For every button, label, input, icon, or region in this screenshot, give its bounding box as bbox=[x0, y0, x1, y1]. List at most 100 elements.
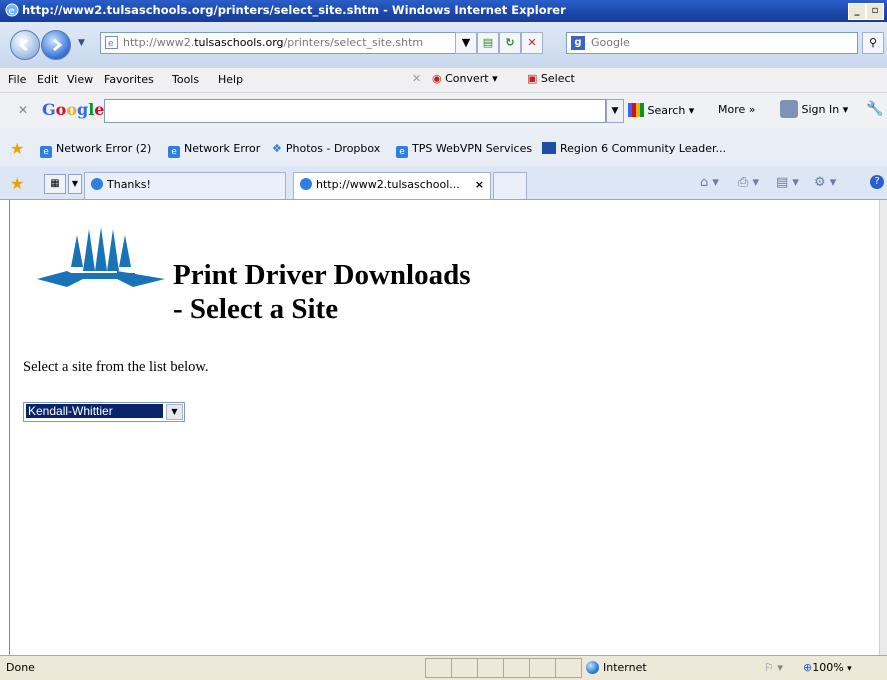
svg-text:e: e bbox=[9, 6, 15, 17]
print-icon[interactable]: ⎙ ▾ bbox=[738, 175, 759, 190]
google-search-input[interactable] bbox=[104, 99, 606, 123]
favorite-network-error[interactable]: e Network Error bbox=[168, 142, 260, 158]
ie-tab-icon bbox=[300, 178, 312, 190]
close-toolbar-icon[interactable]: ✕ bbox=[412, 72, 421, 85]
vertical-scrollbar[interactable] bbox=[879, 200, 887, 655]
favorite-label: Network Error bbox=[184, 142, 261, 155]
wrench-icon[interactable]: 🔧 bbox=[866, 101, 883, 117]
page-title-line-2: - Select a Site bbox=[173, 293, 339, 325]
quick-tabs-button[interactable]: ▦ bbox=[44, 174, 66, 194]
favorite-region-6[interactable]: Region 6 Community Leader... bbox=[542, 142, 726, 155]
search-label: Search bbox=[647, 104, 686, 117]
zoom-magnifier-icon: ⊕ bbox=[803, 661, 813, 674]
protected-mode-icon[interactable]: ⚐ ▾ bbox=[764, 661, 783, 674]
security-zone[interactable]: Internet bbox=[586, 659, 756, 677]
search-button[interactable]: ⚲ bbox=[862, 32, 884, 54]
menu-tools[interactable]: Tools bbox=[172, 73, 199, 86]
history-dropdown-icon[interactable]: ▼ bbox=[78, 38, 85, 48]
refresh-button[interactable]: ↻ bbox=[499, 32, 521, 54]
url-domain: tulsaschools.org bbox=[194, 36, 284, 49]
more-button[interactable]: More » bbox=[718, 103, 756, 116]
back-button[interactable] bbox=[10, 30, 40, 60]
maximize-button[interactable]: ▫ bbox=[866, 3, 884, 20]
favorite-label: TPS WebVPN Services bbox=[412, 142, 533, 155]
minimize-button[interactable]: _ bbox=[848, 3, 866, 20]
favorite-network-error-2[interactable]: e Network Error (2) bbox=[40, 142, 151, 158]
svg-text:e: e bbox=[108, 39, 114, 49]
status-segment bbox=[555, 658, 582, 678]
menu-view[interactable]: View bbox=[67, 73, 93, 86]
menu-file[interactable]: File bbox=[8, 73, 26, 86]
address-field[interactable]: e http://www2.tulsaschools.org/printers/… bbox=[100, 32, 472, 54]
zoom-level: 100% bbox=[812, 661, 844, 674]
tab-thanks[interactable]: Thanks! bbox=[84, 172, 286, 199]
ie-page-icon: e bbox=[40, 146, 52, 158]
address-dropdown-button[interactable]: ▼ bbox=[455, 32, 477, 54]
magnifier-icon: ⚲ bbox=[868, 36, 878, 49]
back-arrow-icon bbox=[18, 38, 28, 52]
favorites-center-star-icon[interactable]: ★ bbox=[10, 174, 24, 193]
tab-list-dropdown[interactable]: ▼ bbox=[68, 174, 82, 194]
close-tab-button[interactable]: × bbox=[475, 173, 484, 197]
url-prefix: http://www2. bbox=[123, 36, 195, 49]
forward-arrow-icon bbox=[53, 38, 63, 52]
window-title: http://www2.tulsaschools.org/printers/se… bbox=[22, 3, 566, 17]
search-box[interactable]: g Google bbox=[566, 32, 858, 54]
convert-label: Convert bbox=[445, 72, 489, 85]
help-icon[interactable]: ? bbox=[870, 175, 884, 189]
internet-globe-icon bbox=[586, 661, 599, 674]
address-toolbar: ▼ e http://www2.tulsaschools.org/printer… bbox=[0, 22, 887, 69]
status-segment bbox=[451, 658, 478, 678]
google-search-button[interactable]: Search ▾ bbox=[628, 103, 694, 117]
select-dropdown-arrow-icon[interactable]: ▼ bbox=[166, 404, 183, 420]
forward-button[interactable] bbox=[41, 30, 71, 60]
select-button[interactable]: ▣ Select bbox=[527, 72, 575, 85]
region-6-icon bbox=[542, 142, 556, 154]
dropdown-arrow-icon: ▼ bbox=[461, 36, 471, 49]
dropdown-arrow-icon: ▼ bbox=[611, 106, 619, 116]
page-title: Print Driver Downloads - Select a Site bbox=[173, 258, 471, 326]
tulsa-schools-logo bbox=[37, 227, 165, 292]
close-google-toolbar-icon[interactable]: ✕ bbox=[18, 103, 28, 117]
favorite-tps-webvpn[interactable]: e TPS WebVPN Services bbox=[396, 142, 532, 158]
zoom-control[interactable]: ⊕100% ▾ bbox=[803, 659, 852, 678]
favorite-label: Photos - Dropbox bbox=[285, 142, 381, 155]
compatibility-view-button[interactable]: ▤ bbox=[477, 32, 499, 54]
convert-button[interactable]: ◉ Convert ▾ bbox=[432, 72, 498, 85]
status-segment bbox=[503, 658, 530, 678]
status-segment bbox=[425, 658, 452, 678]
sign-in-button[interactable]: Sign In ▾ bbox=[780, 100, 848, 118]
ie-page-icon: e bbox=[396, 146, 408, 158]
page-icon: e bbox=[105, 36, 118, 49]
tab-current-page[interactable]: http://www2.tulsaschool... × bbox=[293, 172, 491, 199]
status-text: Done bbox=[6, 661, 35, 674]
pdf-convert-icon: ◉ bbox=[432, 72, 442, 85]
refresh-icon: ↻ bbox=[505, 36, 515, 49]
site-select[interactable]: Kendall-Whittier ▼ bbox=[23, 402, 185, 422]
google-search-dropdown[interactable]: ▼ bbox=[606, 99, 624, 123]
search-placeholder: Google bbox=[591, 36, 630, 49]
google-search-icon bbox=[628, 103, 644, 117]
home-icon[interactable]: ⌂ ▾ bbox=[700, 175, 719, 190]
stop-button[interactable]: ✕ bbox=[521, 32, 543, 54]
compatibility-icon: ▤ bbox=[482, 36, 494, 49]
new-tab-button[interactable] bbox=[493, 172, 527, 199]
menu-edit[interactable]: Edit bbox=[37, 73, 58, 86]
favorite-photos-dropbox[interactable]: ❖ Photos - Dropbox bbox=[272, 142, 380, 155]
pdf-select-icon: ▣ bbox=[527, 72, 538, 85]
favorite-label: Region 6 Community Leader... bbox=[560, 142, 727, 155]
user-avatar-icon bbox=[780, 100, 798, 118]
tab-label: Thanks! bbox=[107, 178, 151, 191]
menu-help[interactable]: Help bbox=[218, 73, 243, 86]
select-label: Select bbox=[540, 72, 575, 85]
google-toolbar: ✕ Google ▼ Search ▾ More » Sign In ▾ 🔧 bbox=[0, 92, 887, 130]
ie-page-icon: e bbox=[168, 146, 180, 158]
menu-favorites[interactable]: Favorites bbox=[104, 73, 154, 86]
sign-in-label: Sign In bbox=[801, 103, 840, 116]
add-favorite-star-icon[interactable]: ★ bbox=[10, 139, 24, 158]
favorites-bar: ★ e Network Error (2) e Network Error ❖ Pho… bbox=[0, 128, 887, 167]
status-segment bbox=[477, 658, 504, 678]
tools-gear-icon[interactable]: ⚙ ▾ bbox=[814, 175, 836, 190]
google-search-provider-icon: g bbox=[571, 36, 585, 50]
page-menu-icon[interactable]: ▤ ▾ bbox=[776, 175, 799, 190]
